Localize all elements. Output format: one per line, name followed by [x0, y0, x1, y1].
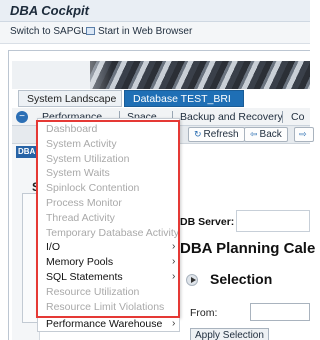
menu-configuration[interactable]: Co [291, 111, 304, 123]
collapse-minus-icon[interactable]: − [16, 111, 28, 123]
switch-to-sapgui-button[interactable]: Switch to SAPGUI [10, 26, 91, 37]
planning-calendar-title: DBA Planning Cale [180, 240, 316, 257]
start-in-web-browser-button[interactable]: Start in Web Browser [86, 26, 192, 37]
app-title: DBA Cockpit [10, 3, 89, 18]
window-titlebar: DBA Cockpit [0, 0, 310, 22]
header-banner [12, 61, 310, 89]
refresh-button[interactable]: ↻ Refresh [188, 127, 245, 142]
forward-arrow-icon: ⇨ [299, 129, 307, 139]
back-label: Back [259, 129, 282, 140]
banner-graphic [90, 61, 310, 89]
selection-title: Selection [210, 271, 273, 287]
submenu-chevron-icon: › [172, 318, 176, 329]
back-arrow-icon: ⇦ [250, 129, 258, 139]
from-label: From: [190, 307, 218, 319]
refresh-label: Refresh [203, 129, 239, 140]
apply-selection-button[interactable]: Apply Selection [190, 328, 269, 340]
expand-selection-icon[interactable] [186, 274, 198, 286]
db-server-field[interactable] [236, 210, 310, 232]
menu-item-label: Performance Warehouse [46, 318, 163, 330]
tab-system-landscape[interactable]: System Landscape [18, 90, 122, 107]
menu-item-performance-warehouse[interactable]: Performance Warehouse › [37, 318, 180, 332]
menu-backup-and-recovery[interactable]: Backup and Recovery [180, 111, 283, 123]
start-in-web-browser-label: Start in Web Browser [98, 26, 193, 37]
highlight-box [36, 120, 180, 318]
back-button[interactable]: ⇦ Back [244, 127, 288, 142]
forward-button[interactable]: ⇨ [294, 127, 314, 142]
tab-database[interactable]: Database TEST_BRI [124, 90, 244, 107]
db-server-label: DB Server: [180, 216, 235, 228]
browser-icon [86, 27, 95, 35]
from-field[interactable] [250, 303, 310, 321]
refresh-icon: ↻ [194, 129, 202, 139]
top-toolbar: Switch to SAPGUI Start in Web Browser [0, 22, 310, 44]
